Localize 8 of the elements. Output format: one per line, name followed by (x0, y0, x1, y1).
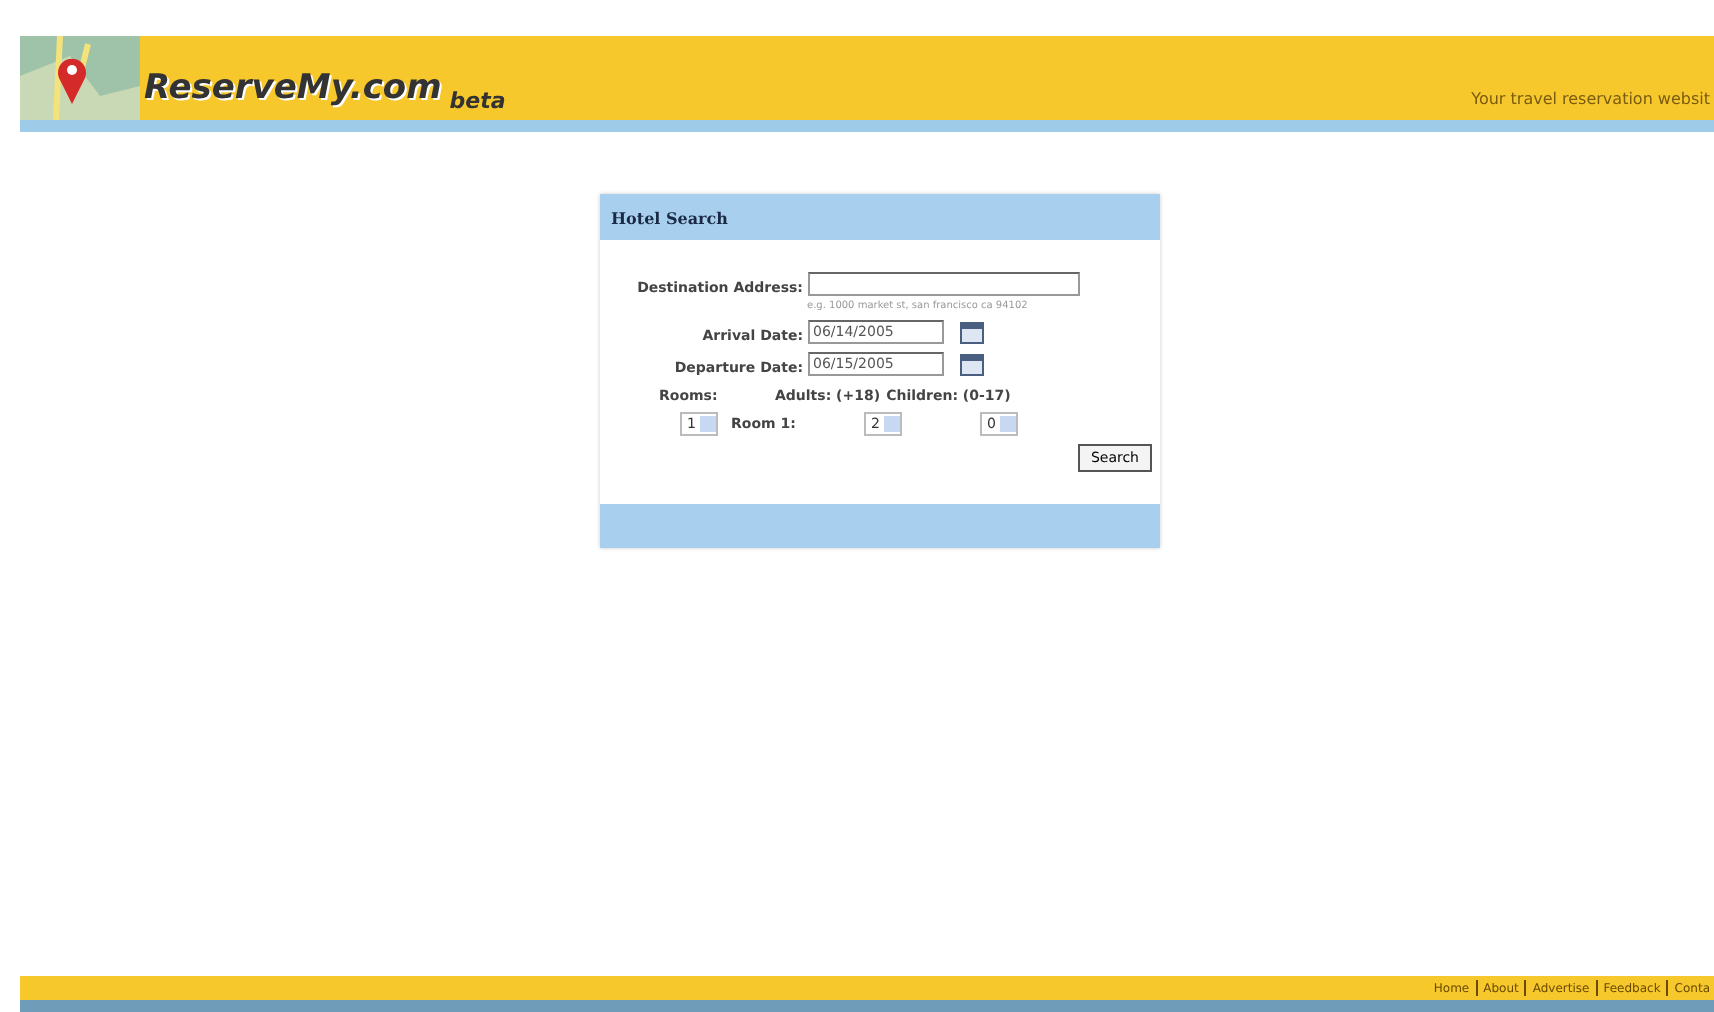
destination-field[interactable] (807, 272, 1079, 296)
calendar-icon[interactable] (959, 352, 983, 376)
tagline: Your travel reservation websit (1471, 90, 1710, 108)
panel-title: Hotel Search (611, 207, 728, 227)
beta-label: beta (449, 88, 506, 114)
logo-text[interactable]: ReserveMy.com (144, 68, 442, 108)
calendar-icon[interactable] (959, 320, 983, 344)
map-pin-icon (20, 36, 140, 120)
